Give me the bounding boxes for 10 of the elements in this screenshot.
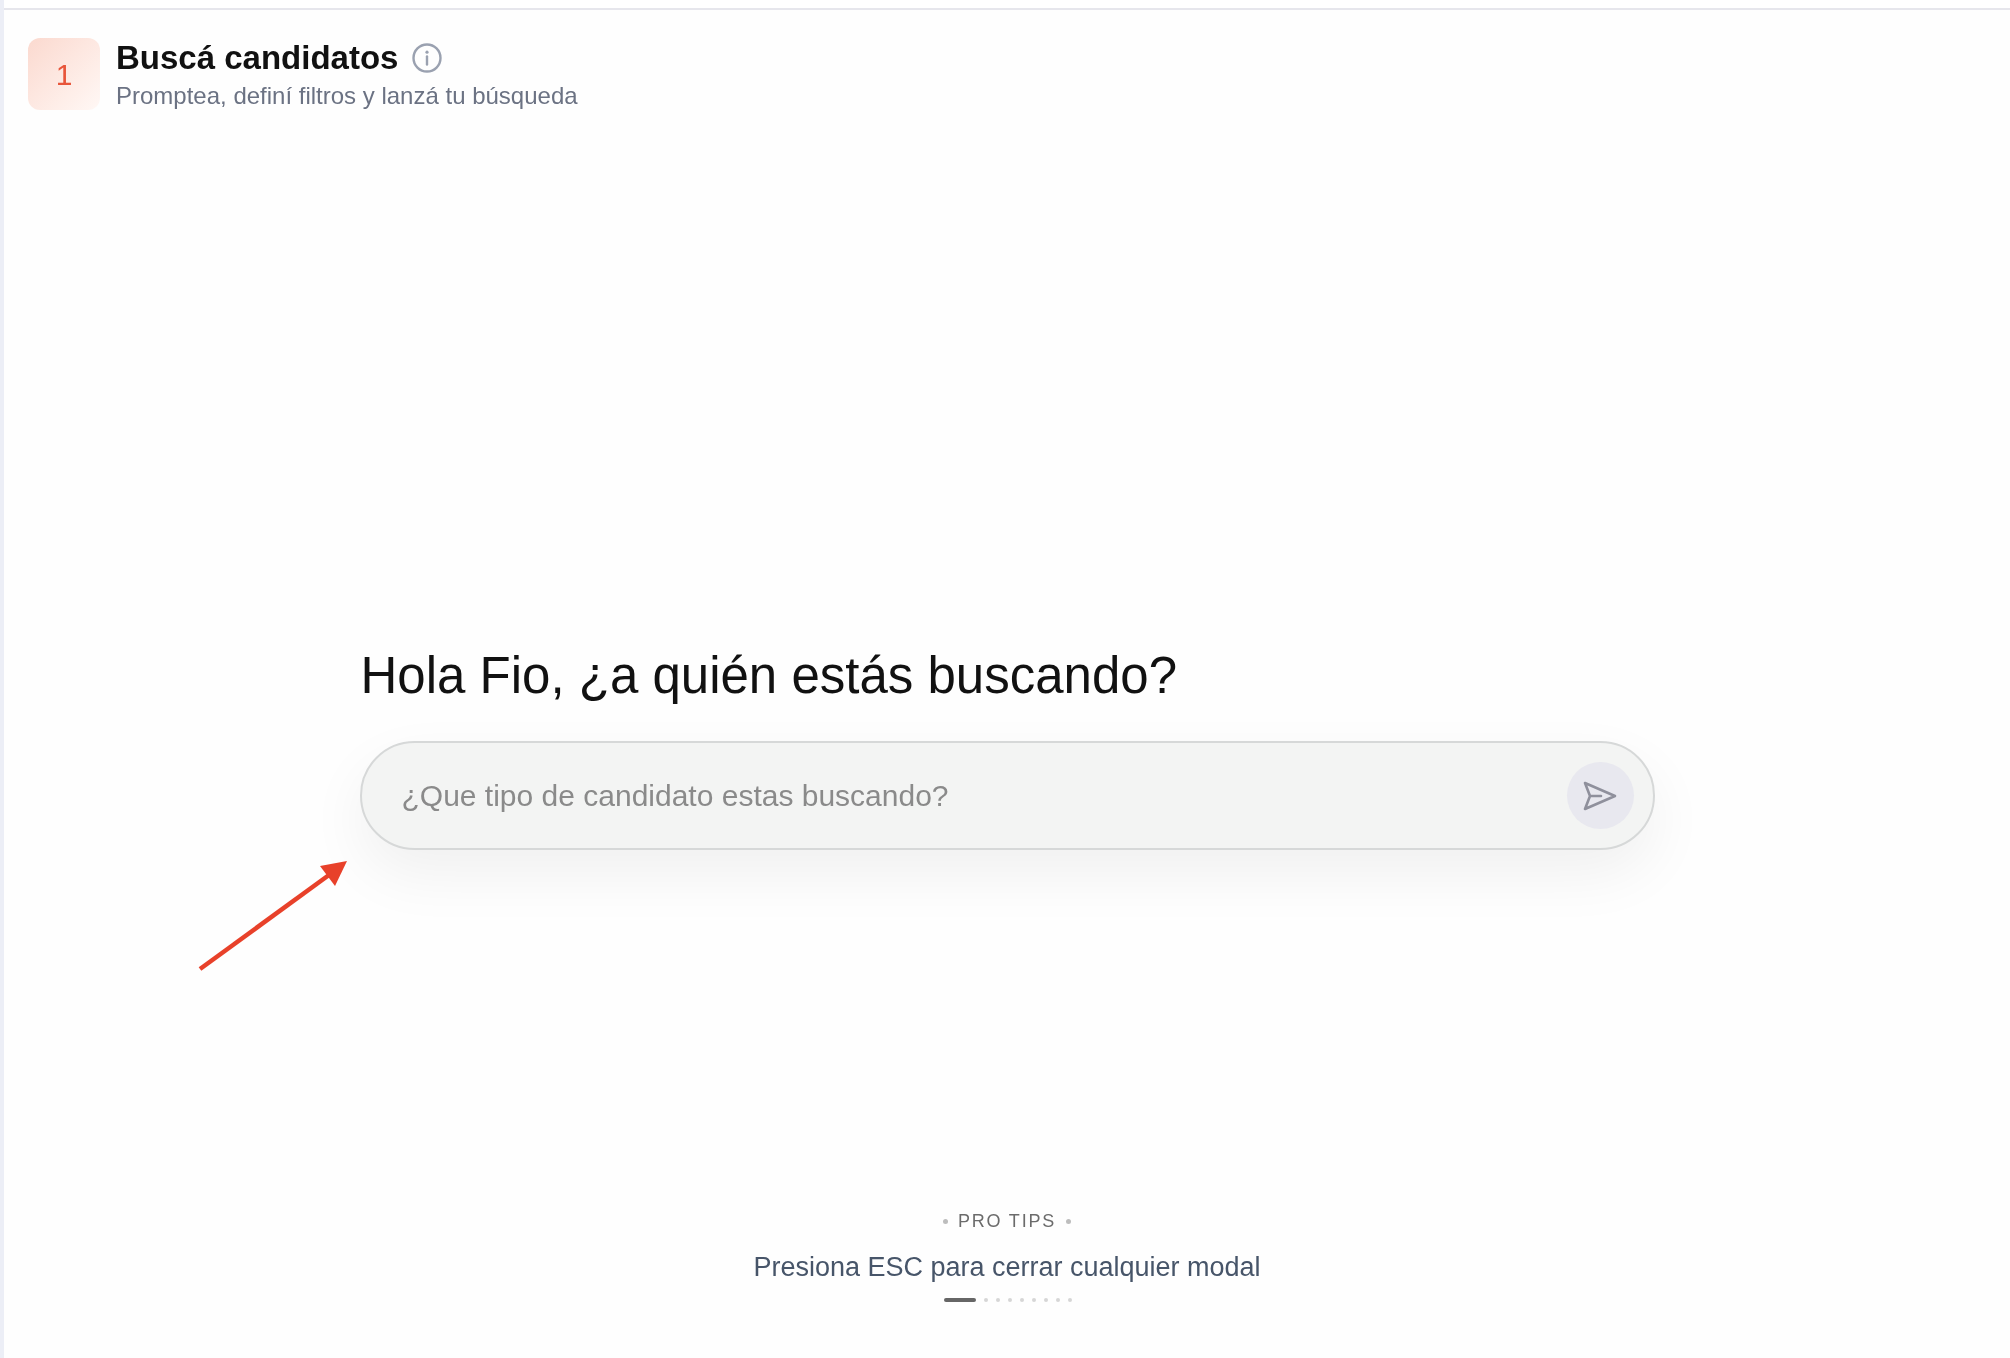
greeting-heading: Hola Fio, ¿a quién estás buscando? bbox=[359, 646, 1178, 706]
send-icon bbox=[1583, 780, 1617, 811]
step-subtitle: Promptea, definí filtros y lanzá tu búsqueda bbox=[116, 81, 578, 111]
prompt-field[interactable]: ¿Que tipo de candidato estas buscando? bbox=[359, 741, 1655, 850]
tip-text: Presiona ESC para cerrar cualquier modal bbox=[753, 1251, 1261, 1284]
pro-tips-label: PRO TIPS bbox=[957, 1210, 1057, 1233]
step-number: 1 bbox=[28, 38, 100, 110]
step-title: Buscá candidatos bbox=[116, 39, 399, 77]
pager-bar-icon[interactable] bbox=[944, 1298, 976, 1302]
info-icon[interactable] bbox=[412, 43, 443, 73]
